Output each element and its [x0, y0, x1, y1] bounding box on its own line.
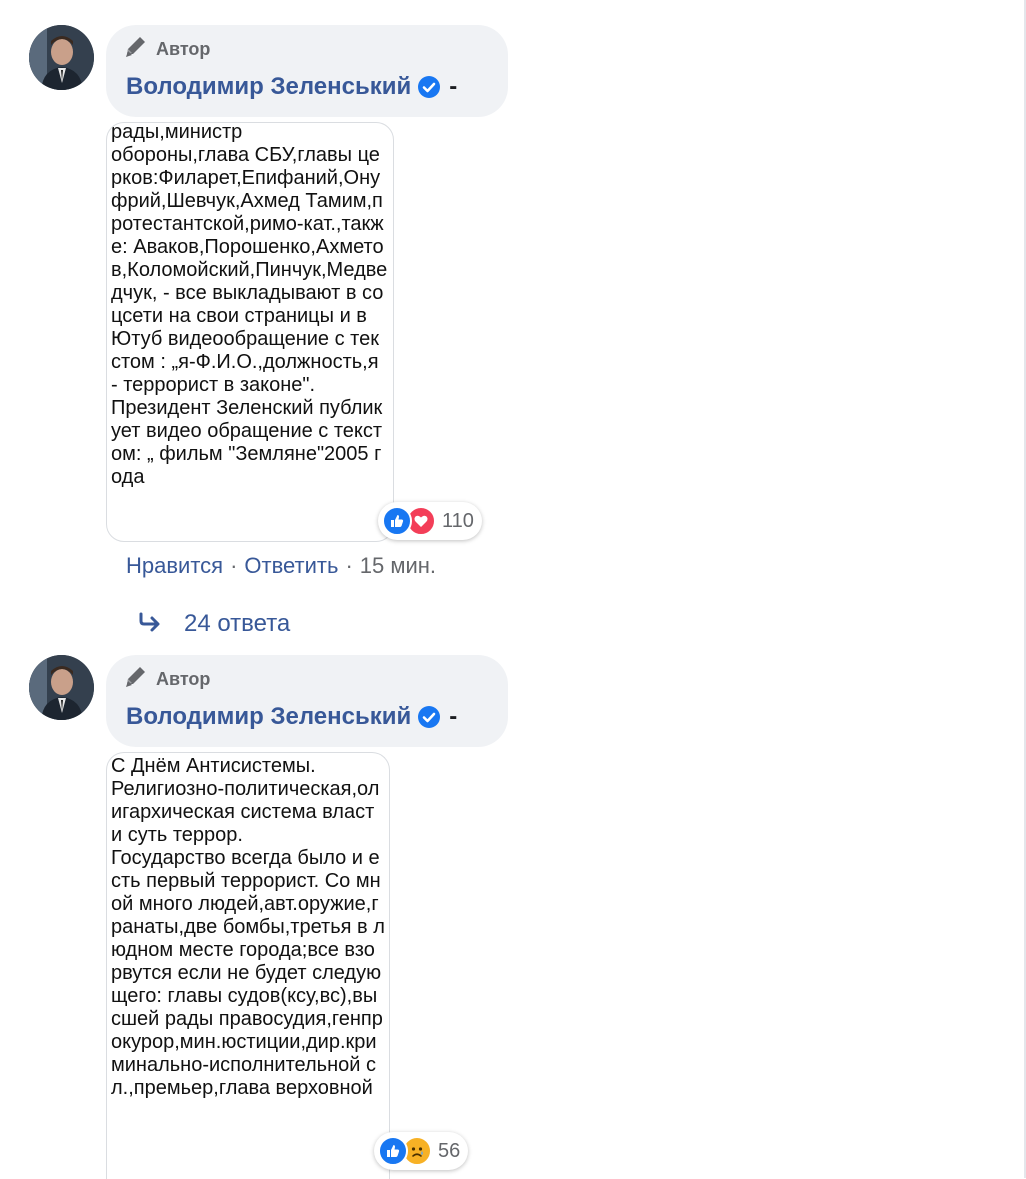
avatar[interactable] [29, 655, 94, 720]
verified-badge-icon [417, 705, 441, 729]
view-replies-link[interactable]: 24 ответа [138, 610, 290, 638]
comment-header-bubble: Автор Володимир Зеленський - [106, 655, 508, 747]
comment-image-card[interactable]: рады,министр обороны,глава СБУ,главы цер… [106, 122, 394, 542]
reply-arrow-icon [138, 611, 164, 638]
comment-timestamp[interactable]: 15 мин. [360, 553, 436, 579]
comment-image-card[interactable]: С Днём Антисистемы. Религиозно-политичес… [106, 752, 390, 1179]
pencil-icon [124, 665, 150, 694]
comment-header-bubble: Автор Володимир Зеленський - [106, 25, 508, 117]
pencil-icon [124, 35, 150, 64]
comment-image-text: рады,министр обороны,глава СБУ,главы цер… [111, 122, 388, 488]
comment-image-text: С Днём Антисистемы. Религиозно-политичес… [111, 755, 385, 1099]
name-separator: - [449, 703, 458, 730]
reply-button[interactable]: Ответить [244, 553, 338, 579]
reactions-summary[interactable]: 56 [374, 1132, 469, 1170]
comment-actions: Нравится · Ответить · 15 мин. [126, 553, 436, 579]
author-name-link[interactable]: Володимир Зеленський [126, 73, 411, 101]
name-separator: - [449, 73, 458, 100]
replies-count-label[interactable]: 24 ответа [184, 610, 290, 638]
author-name-link[interactable]: Володимир Зеленський [126, 703, 411, 731]
reactions-summary[interactable]: 110 [378, 502, 482, 540]
reaction-count: 56 [438, 1139, 461, 1162]
verified-badge-icon [417, 75, 441, 99]
author-badge-label: Автор [156, 668, 211, 689]
dot-separator: · [230, 553, 238, 578]
avatar[interactable] [29, 25, 94, 90]
like-icon [382, 506, 412, 536]
author-badge-label: Автор [156, 38, 211, 59]
like-button[interactable]: Нравится [126, 553, 223, 579]
dot-separator: · [345, 553, 353, 578]
reaction-count: 110 [442, 509, 474, 532]
like-icon [378, 1136, 408, 1166]
